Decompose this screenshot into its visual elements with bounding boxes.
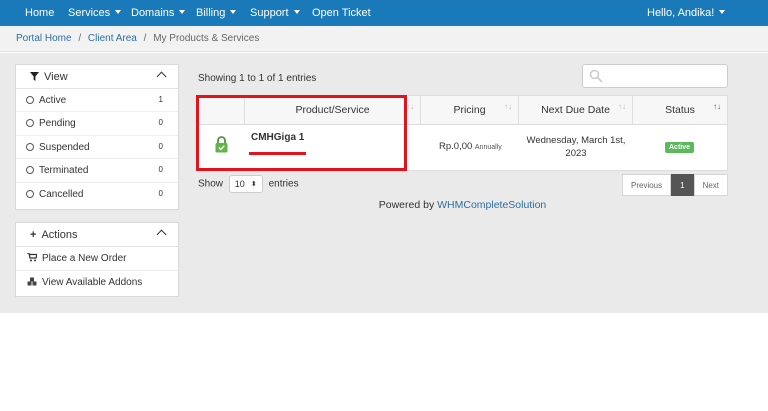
next-due-date: Wednesday, March 1st, 2023 xyxy=(519,134,633,160)
cubes-icon xyxy=(27,277,37,288)
nav-domains-label: Domains xyxy=(131,7,175,19)
pagination-page-1[interactable]: 1 xyxy=(671,174,694,196)
breadcrumb-current: My Products & Services xyxy=(153,33,260,44)
price-amount: Rp.0,00 xyxy=(439,141,473,152)
filter-label: Pending xyxy=(39,118,76,130)
chevron-down-icon xyxy=(719,10,726,14)
column-header-due-date[interactable]: Next Due Date ↑↓ xyxy=(519,96,633,124)
actions-panel-label: Actions xyxy=(41,229,78,241)
user-menu[interactable]: Hello, Andika! xyxy=(647,7,726,19)
main-content: View Active 1 Pending 0 Suspended 0 Termina… xyxy=(0,53,768,313)
nav-support-label: Support xyxy=(250,7,289,19)
chevron-down-icon xyxy=(115,10,122,14)
actions-panel-header[interactable]: + Actions xyxy=(16,223,178,247)
filter-count: 0 xyxy=(158,188,163,198)
view-panel: View Active 1 Pending 0 Suspended 0 Termina… xyxy=(15,64,179,210)
chevron-up-icon[interactable] xyxy=(156,229,167,240)
action-label: Place a New Order xyxy=(42,253,127,264)
nav-services-label: Services xyxy=(68,7,111,19)
breadcrumb-separator: / xyxy=(78,33,82,44)
column-header-pricing[interactable]: Pricing ↑↓ xyxy=(421,96,519,124)
breadcrumb-portal-home[interactable]: Portal Home xyxy=(16,33,72,44)
sort-icon: ↑↓ xyxy=(406,102,414,111)
user-greeting: Hello, Andika! xyxy=(647,7,715,19)
product-price: Rp.0,00 Annually xyxy=(439,141,502,152)
action-place-new-order[interactable]: Place a New Order xyxy=(16,247,178,271)
filter-icon xyxy=(30,72,39,81)
filter-label: Terminated xyxy=(39,165,89,177)
radio-icon xyxy=(26,119,34,128)
nav-home[interactable]: Home xyxy=(25,7,54,19)
actions-panel-title: + Actions xyxy=(30,229,78,241)
filter-count: 0 xyxy=(158,118,163,128)
filter-count: 0 xyxy=(158,165,163,175)
entries-label: entries xyxy=(268,178,299,190)
column-header-label: Next Due Date xyxy=(541,104,610,116)
sort-icon: ↑↓ xyxy=(713,102,721,111)
nav-domains[interactable]: Domains xyxy=(131,7,186,19)
radio-icon xyxy=(26,166,34,175)
due-date-line1: Wednesday, March 1st, xyxy=(526,135,626,146)
nav-billing[interactable]: Billing xyxy=(196,7,237,19)
chevron-down-icon xyxy=(230,10,237,14)
nav-billing-label: Billing xyxy=(196,7,226,19)
table-info: Showing 1 to 1 of 1 entries xyxy=(198,73,317,84)
view-panel-label: View xyxy=(44,71,68,83)
action-view-addons[interactable]: View Available Addons xyxy=(16,271,178,295)
show-label: Show xyxy=(198,178,224,190)
filter-pending[interactable]: Pending 0 xyxy=(16,112,178,136)
due-date-line2: 2023 xyxy=(565,148,587,159)
radio-icon xyxy=(26,96,34,104)
filter-suspended[interactable]: Suspended 0 xyxy=(16,136,178,160)
radio-icon xyxy=(26,189,34,198)
breadcrumb-bar: Portal Home / Client Area / My Products … xyxy=(0,26,768,52)
filter-terminated[interactable]: Terminated 0 xyxy=(16,159,178,183)
entries-select[interactable]: 10 ⬍ xyxy=(228,175,263,193)
radio-icon xyxy=(26,142,34,151)
pagination-previous[interactable]: Previous xyxy=(622,174,672,196)
column-header-status[interactable]: Status ↑↓ xyxy=(633,96,727,124)
filter-label: Cancelled xyxy=(39,188,84,200)
search-input[interactable] xyxy=(582,64,728,88)
filter-count: 1 xyxy=(158,95,163,104)
view-panel-header[interactable]: View xyxy=(16,65,178,89)
filter-label: Suspended xyxy=(39,141,90,153)
sort-icon: ↑↓ xyxy=(618,102,626,111)
billing-cycle: Annually xyxy=(474,144,502,151)
status-badge: Active xyxy=(665,142,695,153)
chevron-up-icon[interactable] xyxy=(156,71,167,82)
filter-label: Active xyxy=(39,95,67,106)
action-label: View Available Addons xyxy=(42,277,143,288)
select-arrows-icon: ⬍ xyxy=(250,181,257,188)
sort-icon: ↑↓ xyxy=(504,102,512,111)
breadcrumb-separator: / xyxy=(143,33,147,44)
filter-active[interactable]: Active 1 xyxy=(16,89,178,113)
breadcrumb-client-area[interactable]: Client Area xyxy=(88,33,137,44)
nav-services[interactable]: Services xyxy=(68,7,122,19)
powered-by-text: Powered by xyxy=(378,199,435,211)
entries-select-value: 10 xyxy=(234,179,245,189)
powered-by-link[interactable]: WHMCompleteSolution xyxy=(437,199,546,211)
footer-powered-by: Powered by WHMCompleteSolution xyxy=(0,199,768,211)
view-panel-title: View xyxy=(30,71,68,83)
chevron-down-icon xyxy=(293,10,300,14)
nav-open-ticket[interactable]: Open Ticket xyxy=(312,7,371,19)
pagination-next[interactable]: Next xyxy=(693,174,729,196)
chevron-down-icon xyxy=(179,10,186,14)
pagination: Previous 1 Next xyxy=(622,174,729,196)
annotation-highlight-box xyxy=(196,95,407,171)
top-navbar: Home Services Domains Billing Support Op… xyxy=(0,0,768,26)
entries-length: Show 10 ⬍ entries xyxy=(198,175,299,193)
nav-support[interactable]: Support xyxy=(250,7,300,19)
search-icon xyxy=(589,69,603,83)
actions-panel: + Actions Place a New Order View Availabl… xyxy=(15,222,179,297)
filter-count: 0 xyxy=(158,141,163,151)
cart-icon xyxy=(27,252,38,264)
breadcrumb: Portal Home / Client Area / My Products … xyxy=(16,33,259,44)
plus-icon: + xyxy=(30,229,37,241)
